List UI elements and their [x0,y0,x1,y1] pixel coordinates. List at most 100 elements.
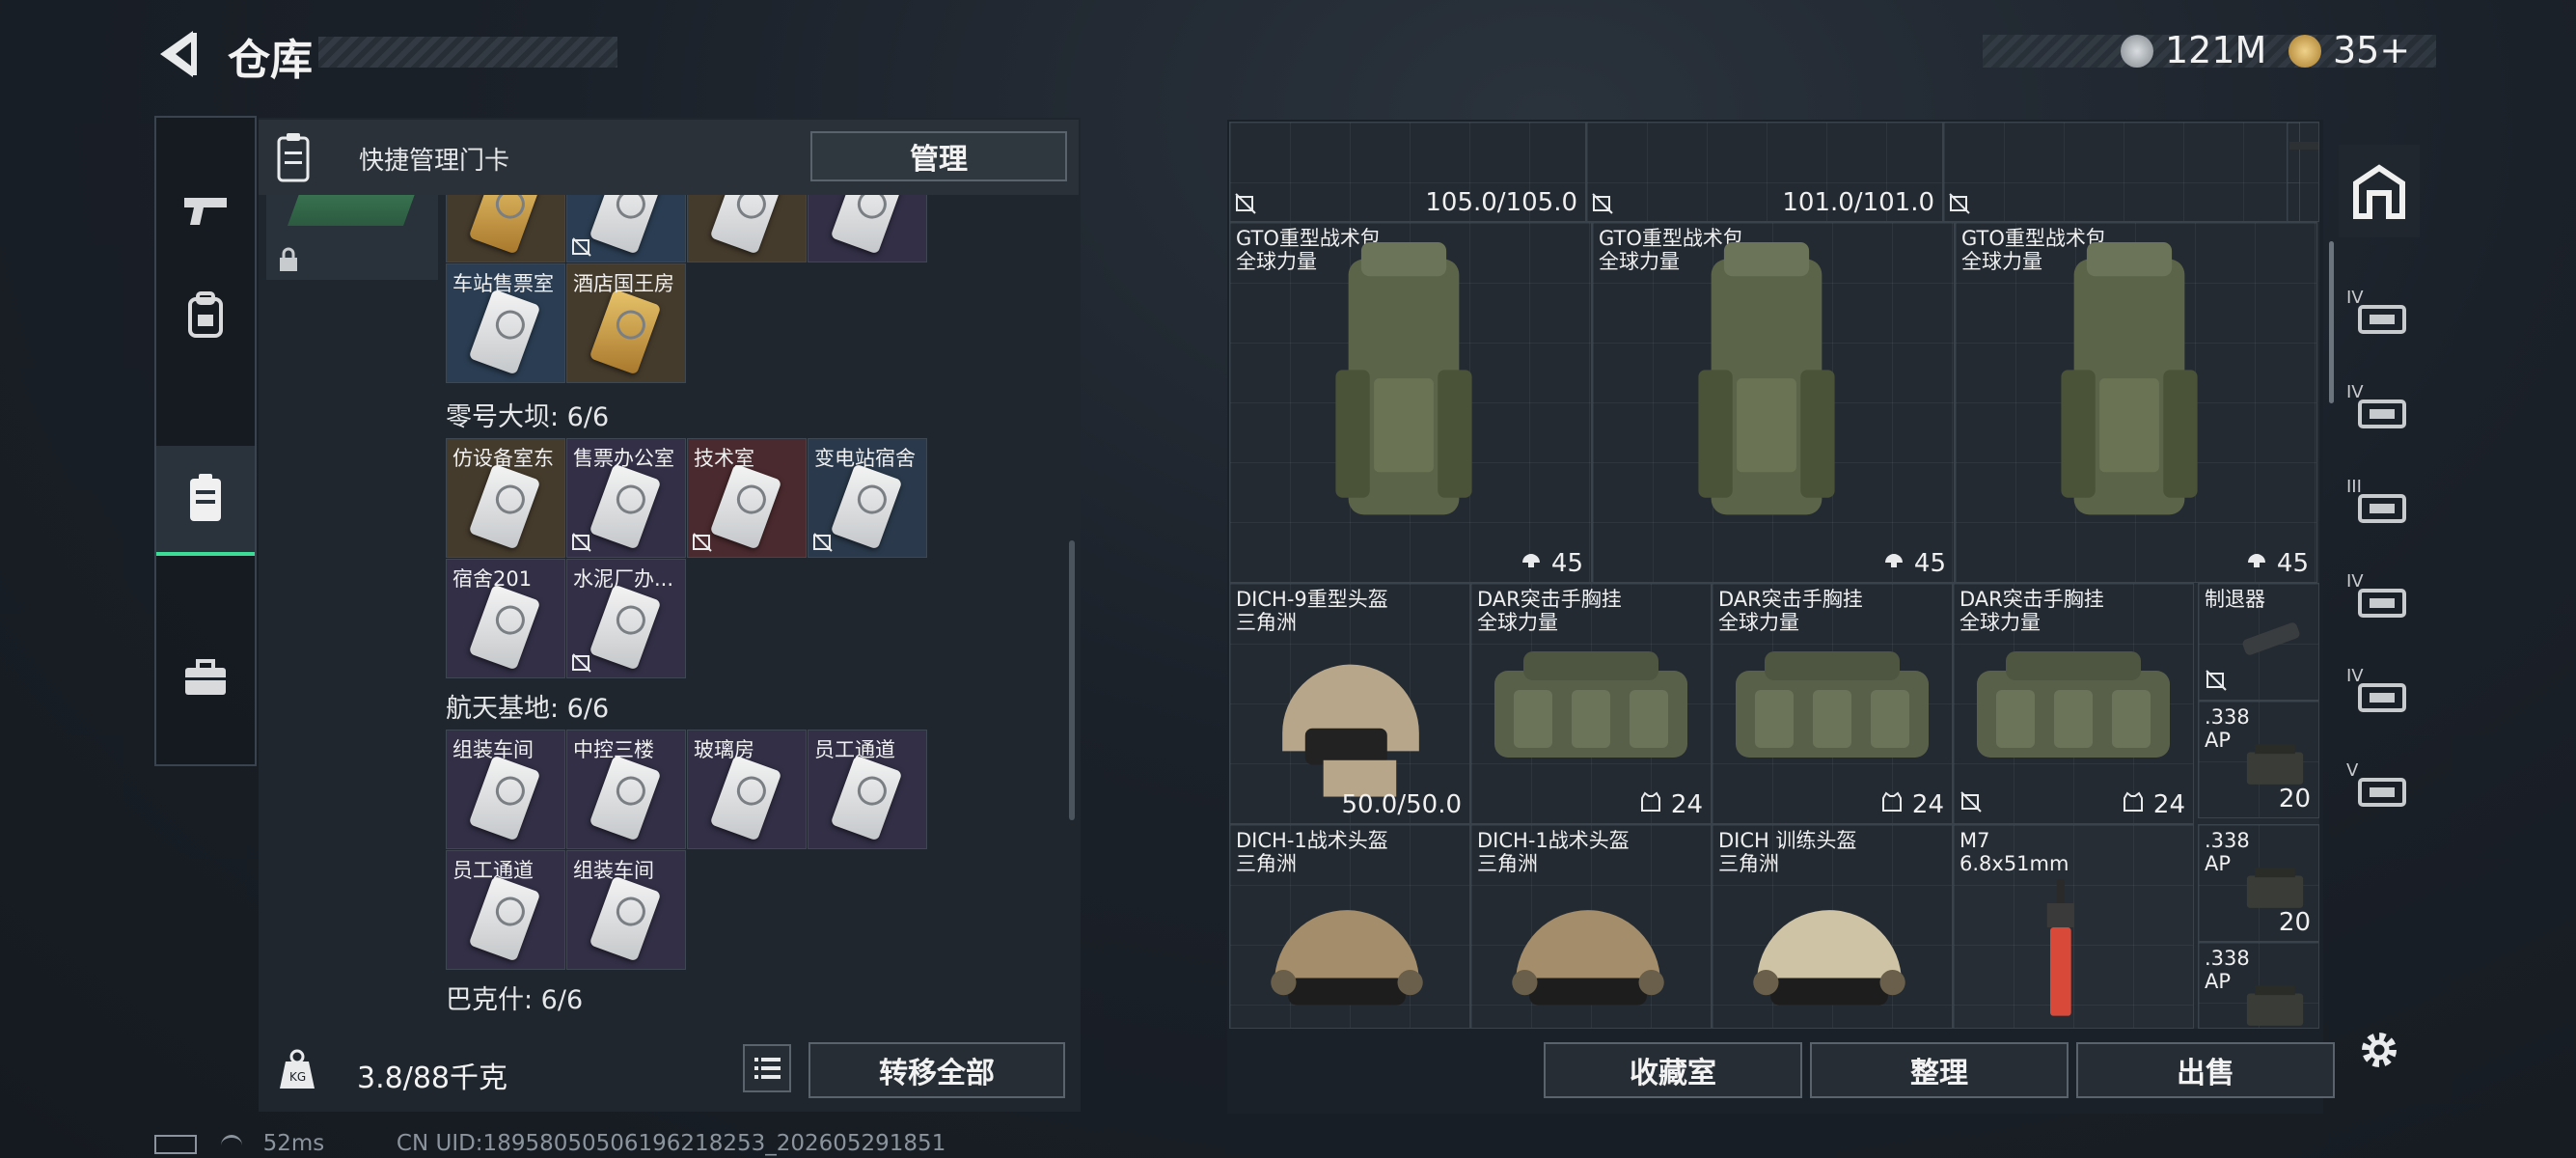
rifle-item[interactable]: M7 6.8x51mm [1953,824,2194,1029]
helmet-heavy-item[interactable]: DICH-9重型头盔 三角洲 50.0/50.0 [1229,583,1470,824]
keycard-item[interactable]: 水泥厂办... [566,559,686,678]
item-name: 制退器 [2205,588,2265,611]
container-icon [2356,299,2408,342]
keycard-item[interactable]: 技术室 [687,438,807,558]
keycard-item[interactable] [687,183,807,262]
side-item[interactable]: .338 AP [2198,942,2319,1029]
container-icon [2356,677,2408,720]
helmet-light-item[interactable]: DICH 训练头盔 三角洲 [1712,824,1953,1029]
keycard-item[interactable]: 组装车间 [566,850,686,970]
vest-item[interactable]: DAR突击手胸挂 全球力量 24 [1953,583,2194,824]
keycard-image [468,463,541,550]
backpack-item[interactable]: GTO重型战术包 全球力量 45 [1592,222,1955,583]
keycard-item[interactable] [446,183,565,262]
pistol-icon [184,198,227,225]
keycard-item[interactable]: 中控三楼 [566,730,686,849]
stash-scrollbar[interactable] [2329,241,2334,403]
keycard-item[interactable] [566,183,686,262]
keycard-item[interactable]: 员工通道 [446,850,565,970]
vest-image [1967,642,2179,771]
nav-stash-home[interactable] [2339,145,2420,237]
capacity-value: 24 [2152,790,2185,819]
backpack-icon [188,291,223,338]
vest-capacity-icon [1639,790,1662,817]
no-trade-icon [571,652,592,674]
no-trade-icon [1591,192,1614,219]
battery-icon [154,1134,197,1154]
backpack-item[interactable]: GTO重型战术包 全球力量 45 [1955,222,2317,583]
keycard-image [709,463,782,550]
stash-item[interactable]: 105.0/105.0 [1229,122,1586,222]
side-item[interactable]: .338 AP 20 [2198,701,2319,818]
backpack-item[interactable]: GTO重型战术包 全球力量 45 [1229,222,1592,583]
keycard-scrollbar[interactable] [1069,540,1075,820]
svg-text:KG: KG [289,1070,306,1084]
currency-gold[interactable]: 35+ [2333,29,2410,71]
keycard-item[interactable]: 员工通道 [808,730,927,849]
transfer-all-button[interactable]: 转移全部 [808,1042,1065,1098]
keycard-item[interactable]: 玻璃房 [687,730,807,849]
container-icon [2356,772,2408,814]
keycard-image [589,463,662,550]
backpack-image [1327,242,1481,536]
sell-button[interactable]: 出售 [2076,1042,2335,1098]
settings-gear-icon[interactable] [2339,1004,2420,1096]
capacity-value: 24 [1911,790,1944,819]
no-trade-icon [1959,790,1983,817]
nav-stash-tier[interactable]: IV [2339,554,2420,647]
stash-item[interactable] [1943,122,2300,222]
no-trade-icon [1234,192,1257,219]
keycard-item[interactable]: 宿舍201 [446,559,565,678]
nav-toolbox[interactable] [156,624,255,731]
keycard-name: 技术室 [694,447,754,470]
side-item[interactable]: .338 AP 20 [2198,824,2319,942]
keycard-item[interactable]: 仿设备室东 [446,438,565,558]
silver-coin-icon [2121,35,2153,68]
keycard-item[interactable]: 变电站宿舍 [808,438,927,558]
nav-keycards[interactable] [156,446,255,556]
vest-item[interactable]: DAR突击手胸挂 全球力量 24 [1712,583,1953,824]
weight-icon [1520,547,1543,574]
nav-weapons[interactable] [156,156,255,262]
wifi-icon [221,1135,243,1153]
nav-stash-tier[interactable]: IV [2339,648,2420,741]
nav-armor[interactable] [156,262,255,369]
keycard-name: 酒店国王房 [573,272,674,295]
stash-item[interactable]: 101.0/101.0 [1586,122,1943,222]
keycard-image [830,755,903,841]
nav-stash-tier[interactable]: IV [2339,365,2420,457]
title-stripe [318,37,617,68]
durability-value: 50.0/50.0 [1341,790,1462,819]
stash-grid: 105.0/105.0 101.0/101.0 GTO重型战术包 全球力量 45 GTO… [1229,122,2319,1029]
keycard-item[interactable]: 售票办公室 [566,438,686,558]
ammo-box-image [2241,740,2309,792]
keycard-item[interactable]: 组装车间 [446,730,565,849]
no-trade-icon [571,236,592,258]
back-arrow-icon[interactable] [154,27,201,81]
keycard-holder[interactable] [266,183,438,280]
nav-stash-tier[interactable]: V [2339,743,2420,836]
page-title: 仓库 [228,36,313,85]
keycard-name: 售票办公室 [573,447,674,470]
keycard-item[interactable] [808,183,927,262]
vest-item[interactable]: DAR突击手胸挂 全球力量 24 [1470,583,1712,824]
collection-room-button[interactable]: 收藏室 [1544,1042,1802,1098]
keycard-name: 玻璃房 [694,738,754,761]
keycard-image [468,289,541,375]
no-trade-icon [2205,669,2228,696]
keycard-item[interactable]: 车站售票室 [446,263,565,383]
organize-button[interactable]: 整理 [1810,1042,2069,1098]
side-item[interactable]: 制退器 [2198,583,2319,701]
vest-image [1726,642,1938,771]
nav-stash-tier[interactable]: IV [2339,270,2420,363]
helmet-item[interactable]: DICH-1战术头盔 三角洲 [1470,824,1712,1029]
ammo-box-image [2241,981,2309,1028]
keycard-name: 员工通道 [814,738,895,761]
list-view-button[interactable] [743,1044,791,1092]
manage-button[interactable]: 管理 [810,131,1067,181]
item-name: DICH-1战术头盔 三角洲 [1236,829,1388,875]
helmet-item[interactable]: DICH-1战术头盔 三角洲 [1229,824,1470,1029]
keycard-item[interactable]: 酒店国王房 [566,263,686,383]
stash-item[interactable] [2287,122,2319,222]
nav-stash-tier[interactable]: III [2339,459,2420,552]
